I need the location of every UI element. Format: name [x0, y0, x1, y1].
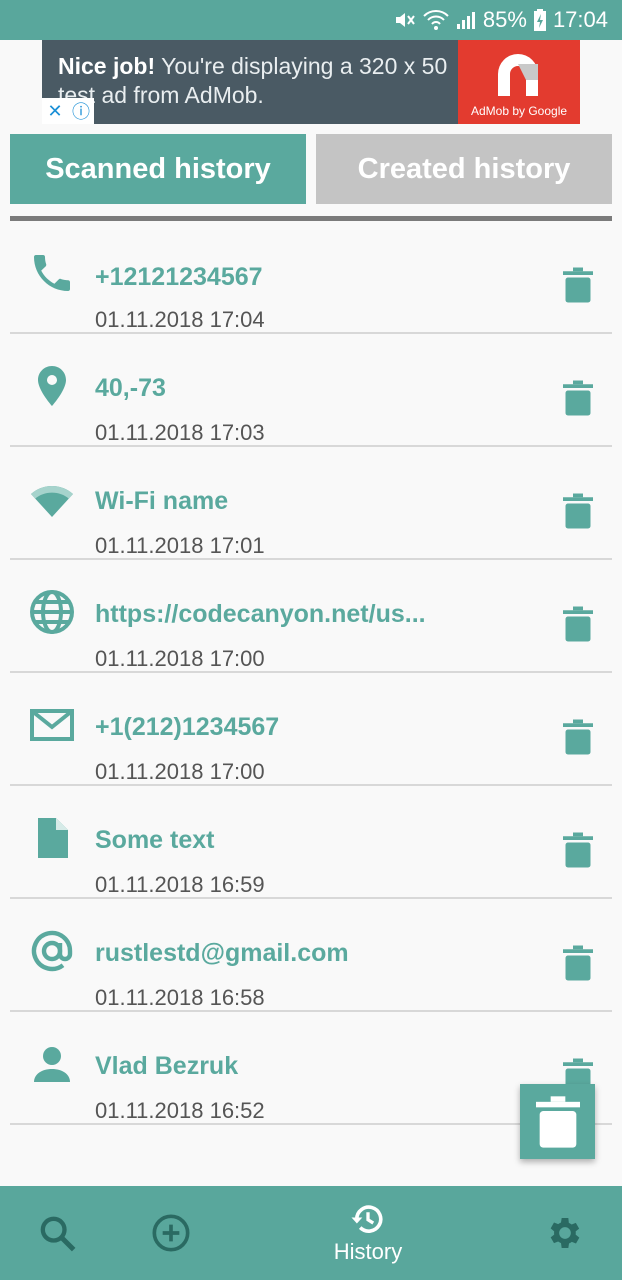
trash-icon[interactable] [563, 606, 593, 642]
trash-icon[interactable] [563, 719, 593, 755]
nav-scan-button[interactable] [20, 1186, 94, 1280]
history-item-date: 01.11.2018 17:03 [95, 420, 265, 445]
battery-percent: 85% [482, 7, 527, 32]
history-item-date: 01.11.2018 17:00 [95, 646, 265, 671]
nav-settings-button[interactable] [528, 1186, 602, 1280]
at-sign-icon [31, 930, 73, 972]
history-icon [351, 1205, 383, 1233]
nav-history-label: History [333, 1239, 403, 1264]
history-item-title: +12121234567 [95, 263, 263, 291]
history-item-title: rustlestd@gmail.com [95, 939, 349, 967]
ad-text: Nice job! You're displaying a 320 x 50 t… [58, 52, 458, 110]
ad-banner[interactable]: Nice job! You're displaying a 320 x 50 t… [42, 40, 580, 124]
info-icon[interactable]: ⓘ [68, 98, 94, 124]
history-item-title: Wi-Fi name [95, 487, 229, 515]
history-item[interactable]: rustlestd@gmail.com 01.11.2018 16:58 [10, 899, 612, 1012]
history-item[interactable]: Some text 01.11.2018 16:59 [10, 786, 612, 899]
search-icon [40, 1216, 76, 1252]
gear-icon [550, 1218, 580, 1248]
globe-icon [30, 590, 74, 634]
trash-icon[interactable] [563, 945, 593, 981]
history-item[interactable]: 40,-73 01.11.2018 17:03 [10, 334, 612, 447]
document-icon [38, 818, 68, 858]
wifi-icon [31, 486, 73, 517]
history-item-title: Vlad Bezruk [95, 1052, 239, 1080]
history-item-date: 01.11.2018 17:01 [95, 533, 265, 558]
history-item-date: 01.11.2018 16:59 [95, 872, 265, 897]
history-item[interactable]: Wi-Fi name 01.11.2018 17:01 [10, 447, 612, 560]
trash-icon[interactable] [563, 380, 593, 416]
status-indicators: 85% 17:04 [393, 0, 608, 40]
ad-choices[interactable]: ✕ ⓘ [42, 98, 94, 124]
nav-history-button[interactable]: History [318, 1186, 418, 1280]
location-icon [38, 366, 66, 406]
trash-icon[interactable] [563, 832, 593, 868]
history-item-title: https://codecanyon.net/us... [95, 600, 426, 628]
status-bar: 85% 17:04 [0, 0, 622, 40]
history-item-date: 01.11.2018 16:52 [95, 1098, 265, 1123]
history-item[interactable]: +1(212)1234567 01.11.2018 17:00 [10, 673, 612, 786]
ad-brand: AdMob by Google [470, 104, 568, 118]
trash-icon[interactable] [563, 267, 593, 303]
history-item-date: 01.11.2018 16:58 [95, 985, 265, 1010]
delete-all-button[interactable] [520, 1084, 595, 1159]
trash-icon[interactable] [563, 493, 593, 529]
trash-icon [536, 1096, 580, 1148]
history-item-date: 01.11.2018 17:00 [95, 759, 265, 784]
admob-icon [498, 54, 538, 96]
tab-created-history[interactable]: Created history [316, 134, 612, 204]
email-icon [30, 709, 74, 741]
history-item-title: +1(212)1234567 [95, 713, 280, 741]
phone-icon [34, 255, 70, 291]
nav-create-button[interactable] [134, 1186, 208, 1280]
history-item[interactable]: +12121234567 01.11.2018 17:04 [10, 221, 612, 334]
admob-logo: AdMob by Google [458, 40, 580, 124]
tab-scanned-history[interactable]: Scanned history [10, 134, 306, 204]
signal-icon [456, 12, 475, 29]
bottom-navigation: History [0, 1186, 622, 1280]
person-icon [34, 1047, 70, 1082]
history-item-title: Some text [95, 826, 215, 854]
battery-charging-icon [533, 9, 546, 31]
history-item-date: 01.11.2018 17:04 [95, 307, 265, 332]
close-icon[interactable]: ✕ [42, 98, 68, 124]
mute-icon [395, 13, 415, 27]
history-item[interactable]: https://codecanyon.net/us... 01.11.2018 … [10, 560, 612, 673]
add-circle-icon [152, 1214, 190, 1252]
history-list: +12121234567 01.11.2018 17:04 40,-73 01.… [10, 221, 612, 1125]
clock: 17:04 [552, 7, 608, 32]
ad-headline: Nice job! [58, 53, 156, 79]
history-item-title: 40,-73 [95, 374, 166, 402]
wifi-status-icon [423, 10, 449, 30]
